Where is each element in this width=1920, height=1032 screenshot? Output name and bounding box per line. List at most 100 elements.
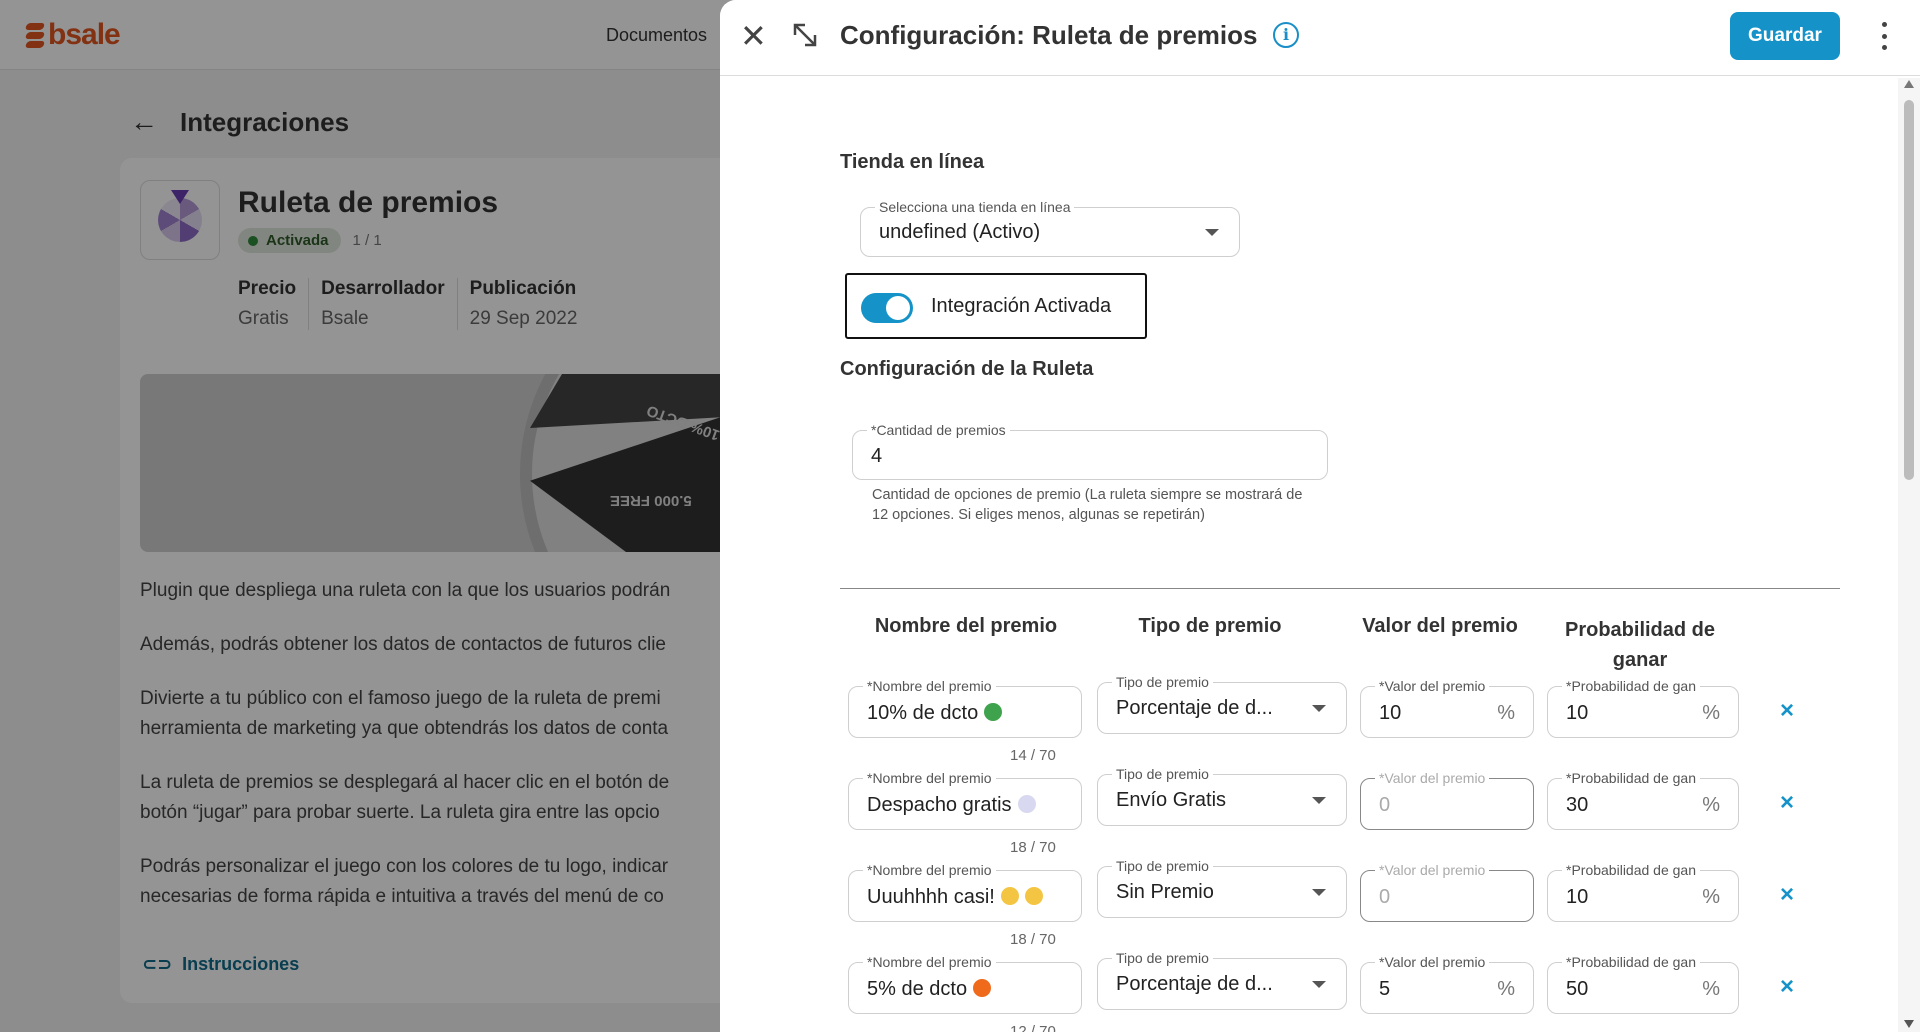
- percent-suffix: %: [1702, 702, 1720, 724]
- prize-probability-field[interactable]: *Probabilidad de gan 10%: [1547, 862, 1739, 922]
- field-label: *Cantidad de premios: [867, 422, 1010, 438]
- chevron-down-icon: [1312, 797, 1326, 804]
- prize-name-text: Uuuhhhh casi!: [867, 886, 995, 908]
- remove-prize-icon[interactable]: ×: [1780, 975, 1794, 999]
- envelope-icon: [1017, 795, 1036, 813]
- prize-name-text: 10% de dcto: [867, 702, 979, 724]
- store-select[interactable]: Selecciona una tienda en línea undefined…: [860, 199, 1240, 257]
- info-icon[interactable]: i: [1273, 22, 1299, 48]
- field-label: *Probabilidad de gan: [1562, 770, 1700, 786]
- prize-value: 0: [1379, 794, 1391, 816]
- drawer-content: Tienda en línea Selecciona una tienda en…: [720, 77, 1898, 1032]
- percent-suffix: %: [1497, 702, 1515, 724]
- scroll-up-icon[interactable]: [1904, 80, 1914, 88]
- close-icon[interactable]: ✕: [740, 20, 767, 52]
- prize-name-value: 5% de dcto: [867, 978, 992, 1001]
- column-header-name: Nombre del premio: [874, 615, 1058, 637]
- scrollbar[interactable]: [1898, 78, 1920, 1032]
- prize-name-value: Despacho gratis: [867, 794, 1036, 817]
- prize-name-text: 5% de dcto: [867, 978, 968, 1000]
- remove-prize-icon[interactable]: ×: [1780, 791, 1794, 815]
- percent-suffix: %: [1497, 978, 1515, 1000]
- chevron-down-icon: [1205, 229, 1219, 236]
- field-label: *Nombre del premio: [863, 862, 996, 878]
- field-label: *Probabilidad de gan: [1562, 678, 1700, 694]
- prize-value-field[interactable]: *Valor del premio 5%: [1360, 954, 1534, 1014]
- prize-type-value: Sin Premio: [1116, 881, 1214, 903]
- section-title-roulette: Configuración de la Ruleta: [840, 358, 1094, 380]
- column-header-probability: Probabilidad de ganar: [1564, 619, 1716, 671]
- column-header-type: Tipo de premio: [1138, 615, 1282, 637]
- percent-suffix: %: [1702, 886, 1720, 908]
- prize-name-field[interactable]: *Nombre del premio Uuuhhhh casi!: [848, 862, 1082, 922]
- drawer-header: ✕ Configuración: Ruleta de premios i Gua…: [720, 0, 1920, 76]
- config-drawer: ✕ Configuración: Ruleta de premios i Gua…: [720, 0, 1920, 1032]
- integration-toggle[interactable]: [861, 293, 913, 323]
- prize-probability-field[interactable]: *Probabilidad de gan 30%: [1547, 770, 1739, 830]
- remove-prize-icon[interactable]: ×: [1780, 883, 1794, 907]
- clover-icon: [984, 703, 1003, 721]
- prize-type-select[interactable]: Tipo de premio Porcentaje de d...: [1097, 950, 1347, 1010]
- prize-name-value: Uuuhhhh casi!: [867, 886, 1043, 909]
- percent-suffix: %: [1702, 794, 1720, 816]
- field-label: *Valor del premio: [1375, 770, 1490, 786]
- column-header-value: Valor del premio: [1362, 615, 1518, 637]
- prize-value: 0: [1379, 886, 1391, 908]
- prize-type-value: Porcentaje de d...: [1116, 973, 1273, 995]
- toggle-label: Integración Activada: [931, 295, 1112, 317]
- field-label: *Nombre del premio: [863, 770, 996, 786]
- quantity-helper-text: Cantidad de opciones de premio (La rulet…: [872, 487, 1303, 523]
- prize-type-value: Envío Gratis: [1116, 789, 1227, 811]
- prize-type-value: Porcentaje de d...: [1116, 697, 1273, 719]
- section-title-store: Tienda en línea: [840, 151, 985, 173]
- prize-value-field: *Valor del premio 0: [1360, 770, 1534, 830]
- remove-prize-icon[interactable]: ×: [1780, 699, 1794, 723]
- field-label: *Probabilidad de gan: [1562, 862, 1700, 878]
- char-counter: 18 / 70: [1010, 931, 1056, 948]
- field-label: *Valor del premio: [1375, 954, 1490, 970]
- field-label: *Nombre del premio: [863, 954, 996, 970]
- chevron-down-icon: [1312, 889, 1326, 896]
- dizzy-face-icon: [1024, 887, 1043, 905]
- chevron-down-icon: [1312, 705, 1326, 712]
- prize-quantity-field[interactable]: *Cantidad de premios 4: [852, 422, 1328, 480]
- prize-value-field[interactable]: *Valor del premio 10%: [1360, 678, 1534, 738]
- prize-name-field[interactable]: *Nombre del premio 10% de dcto: [848, 678, 1082, 738]
- prize-type-select[interactable]: Tipo de premio Porcentaje de d...: [1097, 674, 1347, 734]
- scroll-down-icon[interactable]: [1904, 1020, 1914, 1028]
- prize-probability-field[interactable]: *Probabilidad de gan 50%: [1547, 954, 1739, 1014]
- save-button[interactable]: Guardar: [1730, 12, 1840, 60]
- field-label: Tipo de premio: [1112, 674, 1213, 690]
- field-label: Tipo de premio: [1112, 766, 1213, 782]
- percent-suffix: %: [1702, 978, 1720, 1000]
- char-counter: 12 / 70: [1010, 1023, 1056, 1032]
- chevron-down-icon: [1312, 981, 1326, 988]
- prize-value: 5: [1379, 978, 1391, 1000]
- field-label: Tipo de premio: [1112, 858, 1213, 874]
- prize-name-text: Despacho gratis: [867, 794, 1012, 816]
- prize-probability-value: 10: [1566, 886, 1589, 908]
- prize-name-field[interactable]: *Nombre del premio Despacho gratis: [848, 770, 1082, 830]
- prize-probability-value: 50: [1566, 978, 1589, 1000]
- field-label: Tipo de premio: [1112, 950, 1213, 966]
- prize-type-select[interactable]: Tipo de premio Envío Gratis: [1097, 766, 1347, 826]
- store-select-value: undefined (Activo): [879, 221, 1041, 243]
- more-options-icon[interactable]: [1880, 22, 1888, 50]
- prize-probability-value: 10: [1566, 702, 1589, 724]
- field-label: Selecciona una tienda en línea: [875, 199, 1075, 215]
- expand-icon[interactable]: [790, 20, 820, 50]
- prize-quantity-value: 4: [871, 445, 883, 467]
- integration-toggle-container: Integración Activada: [845, 273, 1147, 339]
- prize-value: 10: [1379, 702, 1402, 724]
- fire-icon: [973, 979, 992, 997]
- prize-type-select[interactable]: Tipo de premio Sin Premio: [1097, 858, 1347, 918]
- prize-name-field[interactable]: *Nombre del premio 5% de dcto: [848, 954, 1082, 1014]
- field-label: *Nombre del premio: [863, 678, 996, 694]
- prize-value-field: *Valor del premio 0: [1360, 862, 1534, 922]
- drawer-title: Configuración: Ruleta de premios: [840, 20, 1258, 50]
- field-label: *Valor del premio: [1375, 678, 1490, 694]
- scroll-thumb[interactable]: [1904, 100, 1914, 480]
- dizzy-face-icon: [1000, 887, 1019, 905]
- prize-probability-field[interactable]: *Probabilidad de gan 10%: [1547, 678, 1739, 738]
- field-label: *Probabilidad de gan: [1562, 954, 1700, 970]
